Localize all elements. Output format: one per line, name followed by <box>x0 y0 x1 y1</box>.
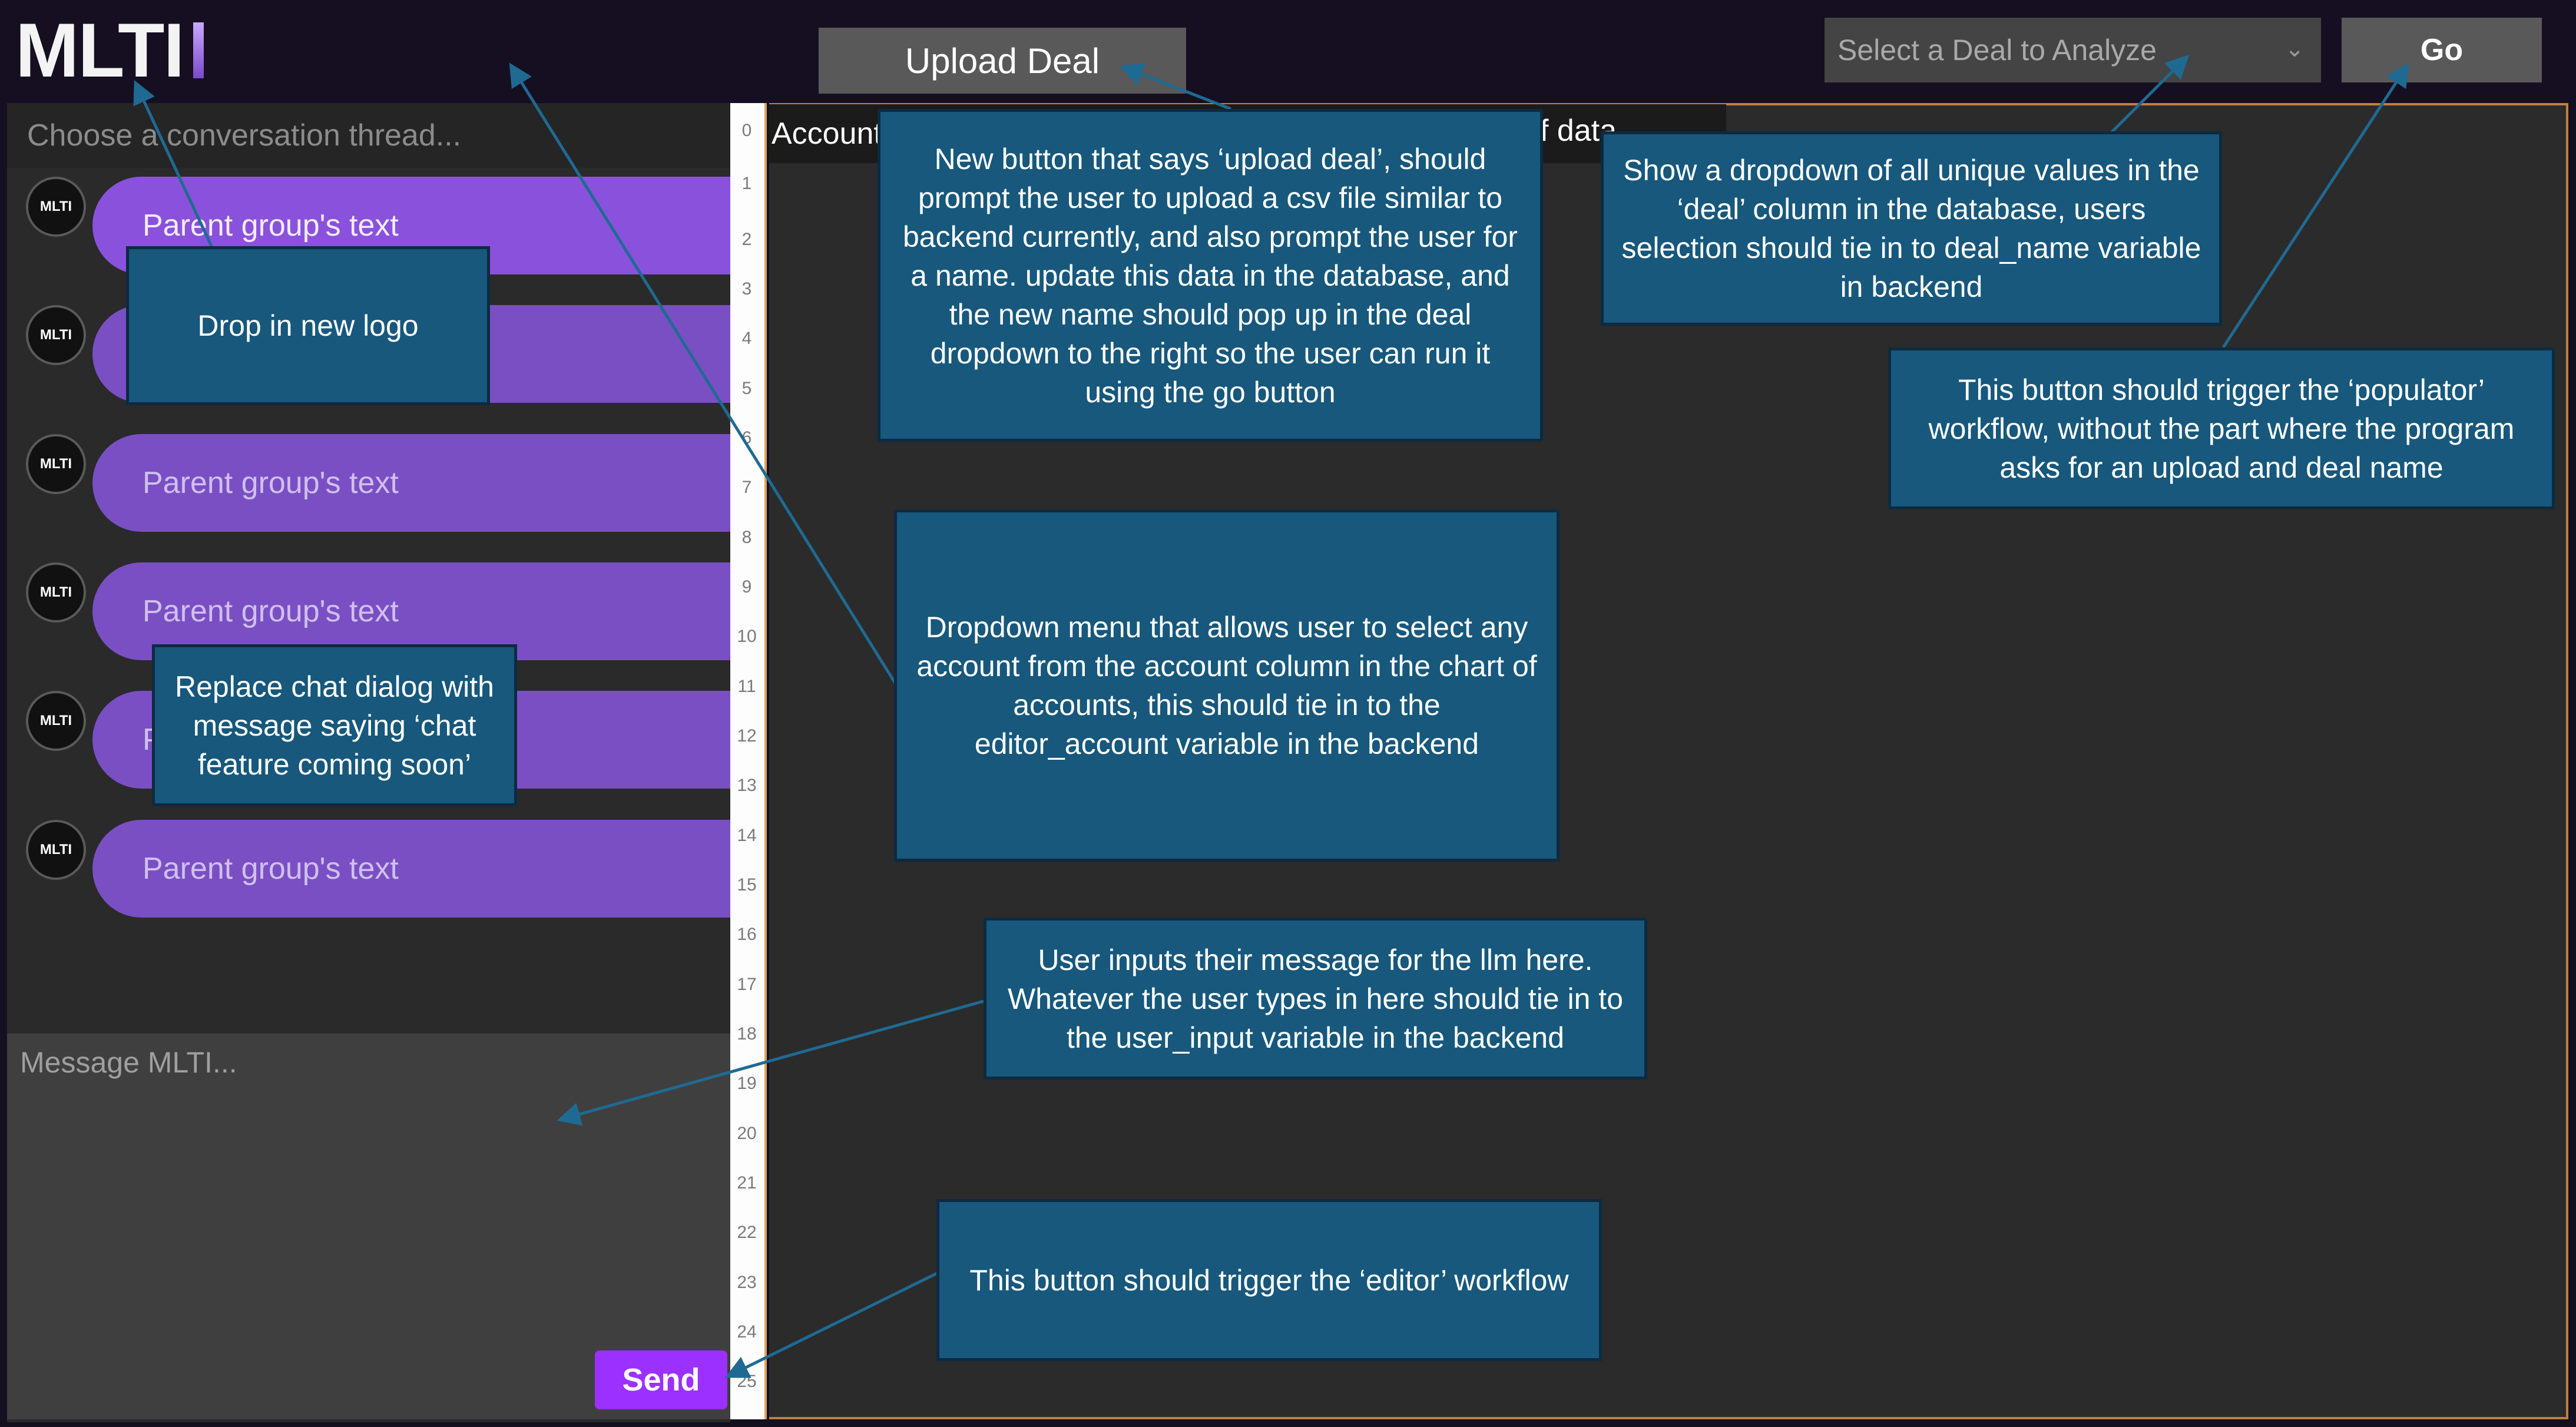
arrow-send <box>725 1270 941 1378</box>
arrow-user-input <box>557 999 984 1126</box>
annotation-chat: Replace chat dialog with message saying … <box>152 644 517 806</box>
annotation-user-input: User inputs their message for the llm he… <box>984 918 1647 1080</box>
annotation-logo: Drop in new logo <box>126 246 490 405</box>
annotation-go: This button should trigger the ‘populato… <box>1888 347 2555 509</box>
arrow-deal-dropdown <box>2110 54 2190 134</box>
arrow-go <box>2221 62 2409 349</box>
arrow-account-dropdown <box>509 62 897 684</box>
annotation-send: This button should trigger the ‘editor’ … <box>936 1199 1602 1361</box>
annotation-account-dropdown: Dropdown menu that allows user to select… <box>894 509 1559 862</box>
arrow-upload <box>1119 63 1231 111</box>
arrow-logo <box>133 80 214 249</box>
annotation-upload: New button that says ‘upload deal’, shou… <box>878 109 1543 442</box>
annotation-deal-dropdown: Show a dropdown of all unique values in … <box>1601 131 2222 326</box>
